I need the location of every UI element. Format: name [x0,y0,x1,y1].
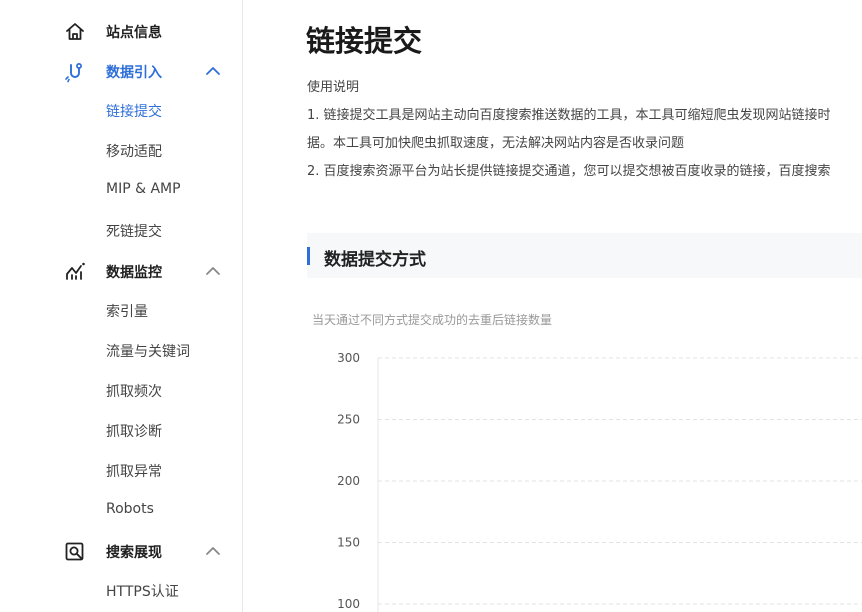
sidebar: 站点信息 数据引入 链接提交 移动适配 MIP & AMP 死链提交 数据监控 … [0,0,243,612]
chart-caption: 当天通过不同方式提交成功的去重后链接数量 [312,313,553,327]
sidebar-item-crawl-errors[interactable]: 抓取异常 [106,461,162,481]
sidebar-group-search-display[interactable]: 搜索展现 [0,531,242,571]
chevron-up-icon[interactable] [204,544,222,558]
sidebar-item-dead-link[interactable]: 死链提交 [106,221,162,241]
sidebar-item-robots[interactable]: Robots [106,501,154,517]
chevron-up-icon[interactable] [204,64,222,78]
link-hook-icon [65,63,82,83]
usage-line: 1. 链接提交工具是网站主动向百度搜索推送数据的工具，本工具可缩短爬虫发现网站链… [307,108,831,123]
chart-y-tick-label: 300 [337,351,360,365]
sidebar-group-label: 数据监控 [106,265,162,281]
main-content: 链接提交 使用说明 1. 链接提交工具是网站主动向百度搜索推送数据的工具，本工具… [243,0,862,612]
sidebar-item-index-volume[interactable]: 索引量 [106,301,148,321]
sidebar-group-label: 搜索展现 [106,545,162,561]
sidebar-item-link-submit[interactable]: 链接提交 [106,101,162,121]
usage-line: 据。本工具可加快爬虫抓取速度，无法解决网站内容是否收录问题 [307,136,685,151]
section-accent-bar [307,247,310,265]
sidebar-item-mip-amp[interactable]: MIP & AMP [106,181,181,197]
sidebar-item-crawl-frequency[interactable]: 抓取频次 [106,381,162,401]
section-header: 数据提交方式 [307,233,862,278]
chart-y-tick-label: 100 [337,597,360,611]
chart-y-tick-label: 200 [337,474,360,488]
submission-chart: 300 250 200 150 100 [337,351,862,612]
sidebar-group-site-info[interactable]: 站点信息 [0,11,242,51]
sidebar-group-data-import[interactable]: 数据引入 [0,51,242,91]
sidebar-item-traffic-keywords[interactable]: 流量与关键词 [106,341,190,361]
app-window: 站点信息 数据引入 链接提交 移动适配 MIP & AMP 死链提交 数据监控 … [0,0,862,612]
sidebar-item-mobile-adapt[interactable]: 移动适配 [106,141,162,161]
sidebar-group-label: 数据引入 [106,65,162,81]
usage-line: 2. 百度搜索资源平台为站长提供链接提交通道，您可以提交想被百度收录的链接，百度… [307,164,831,179]
section-title: 数据提交方式 [324,250,426,270]
chart-monitor-icon [66,262,85,280]
chart-y-tick-label: 250 [337,413,360,427]
search-display-icon [65,542,84,561]
page-title: 链接提交 [306,24,423,58]
sidebar-item-crawl-diagnosis[interactable]: 抓取诊断 [106,421,162,441]
chart-y-tick-label: 150 [337,536,360,550]
sidebar-group-data-monitor[interactable]: 数据监控 [0,251,242,291]
home-icon [66,23,84,40]
chevron-up-icon[interactable] [204,264,222,278]
sidebar-item-https-cert[interactable]: HTTPS认证 [106,581,179,601]
usage-heading: 使用说明 [307,80,360,95]
sidebar-group-label: 站点信息 [106,25,162,41]
